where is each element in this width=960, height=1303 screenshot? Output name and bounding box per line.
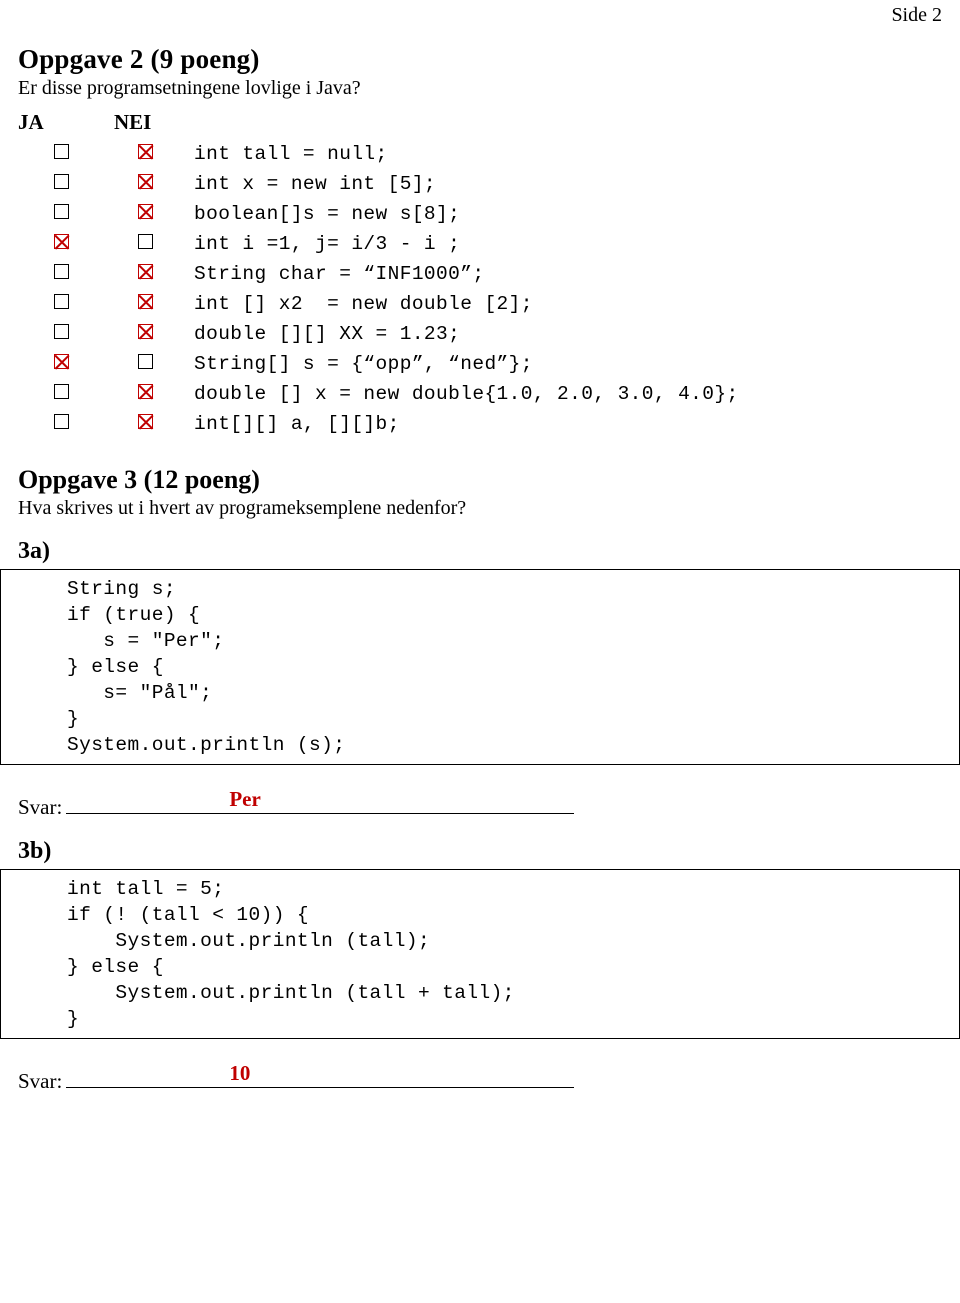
table-row: String char = “INF1000”; bbox=[18, 259, 739, 289]
checkbox-ja[interactable] bbox=[54, 174, 69, 189]
task3-title: Oppgave 3 (12 poeng) bbox=[18, 465, 260, 494]
table-row: double [] x = new double{1.0, 2.0, 3.0, … bbox=[18, 379, 739, 409]
page-number: Side 2 bbox=[891, 4, 942, 26]
checkbox-ja[interactable] bbox=[54, 414, 69, 429]
code-statement: double [][] XX = 1.23; bbox=[194, 323, 461, 345]
answer-field-3a[interactable]: Per bbox=[66, 787, 575, 814]
legality-table: JA NEI int tall = null; int x = new int … bbox=[18, 110, 739, 439]
checkbox-nei[interactable] bbox=[138, 384, 153, 399]
answer-field-3b[interactable]: 10 bbox=[66, 1061, 575, 1088]
checkbox-nei[interactable] bbox=[138, 174, 153, 189]
checkbox-nei[interactable] bbox=[138, 354, 153, 369]
checkbox-nei[interactable] bbox=[138, 144, 153, 159]
checkbox-ja[interactable] bbox=[54, 294, 69, 309]
code-statement: int tall = null; bbox=[194, 143, 388, 165]
checkbox-nei[interactable] bbox=[138, 264, 153, 279]
code-statement: int[][] a, [][]b; bbox=[194, 413, 400, 435]
checkbox-ja[interactable] bbox=[54, 264, 69, 279]
table-row: double [][] XX = 1.23; bbox=[18, 319, 739, 349]
table-row: int[][] a, [][]b; bbox=[18, 409, 739, 439]
task3-subtitle: Hva skrives ut i hvert av programeksempl… bbox=[18, 497, 467, 519]
code-statement: int i =1, j= i/3 - i ; bbox=[194, 233, 461, 255]
checkbox-nei[interactable] bbox=[138, 234, 153, 249]
page-content: Oppgave 2 (9 poeng) Er disse programsetn… bbox=[0, 44, 960, 1094]
column-header-ja: JA bbox=[18, 110, 44, 134]
task2-title: Oppgave 2 (9 poeng) bbox=[18, 44, 260, 74]
table-row: int [] x2 = new double [2]; bbox=[18, 289, 739, 319]
answer-label: Svar: bbox=[18, 795, 63, 819]
code-statement: int [] x2 = new double [2]; bbox=[194, 293, 533, 315]
answer-label: Svar: bbox=[18, 1069, 63, 1093]
table-row: boolean[]s = new s[8]; bbox=[18, 199, 739, 229]
checkbox-ja[interactable] bbox=[54, 204, 69, 219]
table-row: int tall = null; bbox=[18, 139, 739, 169]
answer-value: Per bbox=[226, 787, 264, 812]
column-header-nei: NEI bbox=[114, 110, 152, 134]
table-row: int x = new int [5]; bbox=[18, 169, 739, 199]
document-page: Side 2 Oppgave 2 (9 poeng) Er disse prog… bbox=[0, 0, 960, 1303]
code-statement: String[] s = {“opp”, “ned”}; bbox=[194, 353, 533, 375]
checkbox-nei[interactable] bbox=[138, 204, 153, 219]
part-label-3b: 3b) bbox=[18, 838, 52, 864]
checkbox-ja[interactable] bbox=[54, 234, 69, 249]
answer-line-3a: Svar: Per bbox=[18, 787, 942, 820]
checkbox-nei[interactable] bbox=[138, 324, 153, 339]
answer-line-3b: Svar: 10 bbox=[18, 1061, 942, 1094]
table-row: int i =1, j= i/3 - i ; bbox=[18, 229, 739, 259]
code-statement: boolean[]s = new s[8]; bbox=[194, 203, 461, 225]
part-label-3a: 3a) bbox=[18, 538, 50, 564]
checkbox-nei[interactable] bbox=[138, 414, 153, 429]
code-block-3b: int tall = 5; if (! (tall < 10)) { Syste… bbox=[0, 869, 960, 1039]
legality-table-body: int tall = null; int x = new int [5]; bo… bbox=[18, 139, 739, 439]
code-statement: int x = new int [5]; bbox=[194, 173, 437, 195]
checkbox-ja[interactable] bbox=[54, 144, 69, 159]
checkbox-ja[interactable] bbox=[54, 354, 69, 369]
table-row: String[] s = {“opp”, “ned”}; bbox=[18, 349, 739, 379]
code-statement: String char = “INF1000”; bbox=[194, 263, 485, 285]
answer-value: 10 bbox=[226, 1061, 254, 1086]
task2-subtitle: Er disse programsetningene lovlige i Jav… bbox=[18, 77, 361, 99]
checkbox-ja[interactable] bbox=[54, 324, 69, 339]
checkbox-nei[interactable] bbox=[138, 294, 153, 309]
checkbox-ja[interactable] bbox=[54, 384, 69, 399]
code-statement: double [] x = new double{1.0, 2.0, 3.0, … bbox=[194, 383, 739, 405]
code-block-3a: String s; if (true) { s = "Per"; } else … bbox=[0, 569, 960, 765]
